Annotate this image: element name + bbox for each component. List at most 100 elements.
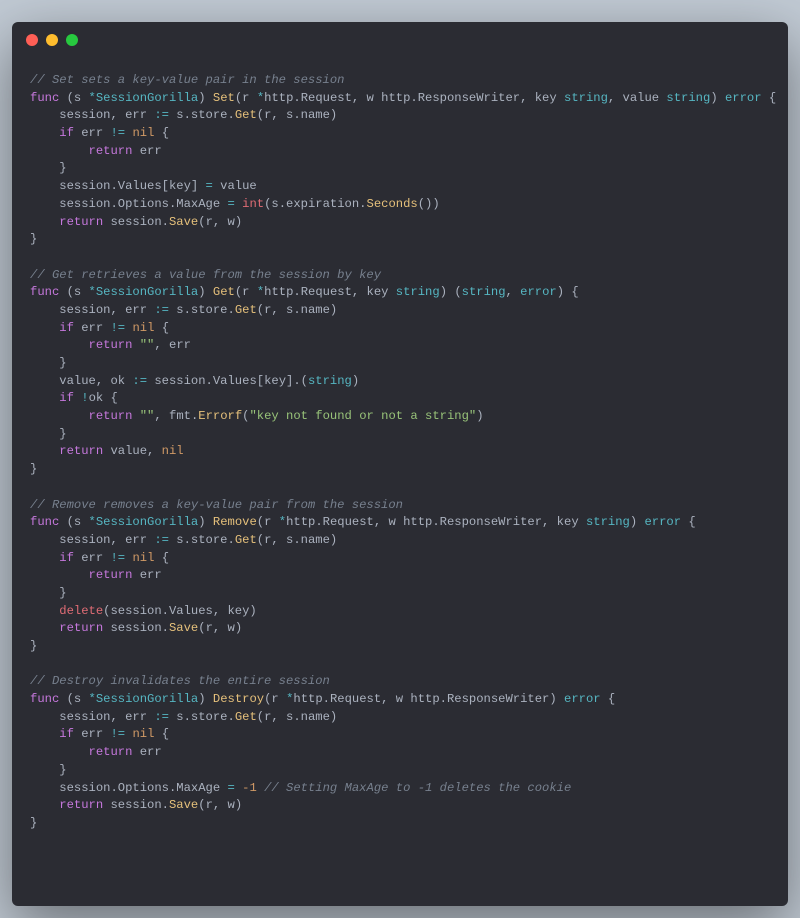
t: session.Values[key] bbox=[30, 179, 206, 193]
t: * bbox=[279, 515, 286, 529]
t: != bbox=[110, 126, 125, 140]
t: Seconds bbox=[367, 197, 418, 211]
t: } bbox=[30, 639, 37, 653]
t: ) bbox=[710, 91, 725, 105]
t: string bbox=[308, 374, 352, 388]
t: } bbox=[30, 763, 67, 777]
t: SessionGorilla bbox=[96, 515, 198, 529]
t: err bbox=[132, 745, 161, 759]
fn-name: Remove bbox=[213, 515, 257, 529]
t: err bbox=[74, 126, 111, 140]
t: return bbox=[89, 745, 133, 759]
t: } bbox=[30, 586, 67, 600]
t: := bbox=[154, 710, 169, 724]
t bbox=[30, 798, 59, 812]
zoom-icon[interactable] bbox=[66, 34, 78, 46]
t: session. bbox=[103, 621, 169, 635]
t: err bbox=[74, 727, 111, 741]
t: := bbox=[154, 303, 169, 317]
t: ! bbox=[81, 391, 88, 405]
t: , fmt. bbox=[154, 409, 198, 423]
t: session. bbox=[103, 798, 169, 812]
t: = bbox=[206, 179, 213, 193]
t: ) bbox=[476, 409, 483, 423]
t bbox=[30, 745, 89, 759]
t: value, bbox=[103, 444, 162, 458]
minimize-icon[interactable] bbox=[46, 34, 58, 46]
t: { bbox=[154, 321, 169, 335]
t: } bbox=[30, 462, 37, 476]
t: return bbox=[89, 144, 133, 158]
t: error bbox=[644, 515, 681, 529]
t: ) bbox=[630, 515, 645, 529]
t: := bbox=[132, 374, 147, 388]
t: (s bbox=[59, 692, 88, 706]
t: != bbox=[110, 727, 125, 741]
t: { bbox=[154, 126, 169, 140]
comment: // Set sets a key-value pair in the sess… bbox=[30, 73, 345, 87]
t: (r, w) bbox=[198, 798, 242, 812]
t: err bbox=[74, 321, 111, 335]
t: } bbox=[30, 816, 37, 830]
fn-name: Set bbox=[213, 91, 235, 105]
t: return bbox=[59, 444, 103, 458]
t: if bbox=[59, 551, 74, 565]
t: "" bbox=[140, 409, 155, 423]
t: nil bbox=[132, 126, 154, 140]
t: SessionGorilla bbox=[96, 692, 198, 706]
titlebar bbox=[12, 22, 788, 58]
kw-func: func bbox=[30, 692, 59, 706]
t: , err bbox=[154, 338, 191, 352]
t: , value bbox=[608, 91, 667, 105]
comment: // Remove removes a key-value pair from … bbox=[30, 498, 403, 512]
editor-window: // Set sets a key-value pair in the sess… bbox=[12, 22, 788, 906]
code-area[interactable]: // Set sets a key-value pair in the sess… bbox=[12, 58, 788, 851]
t: nil bbox=[132, 727, 154, 741]
t: * bbox=[89, 692, 96, 706]
t: value bbox=[213, 179, 257, 193]
t: http.Request bbox=[286, 515, 374, 529]
t: { bbox=[601, 692, 616, 706]
t: err bbox=[132, 144, 161, 158]
t: (r, s.name) bbox=[257, 108, 337, 122]
t: { bbox=[154, 727, 169, 741]
t: { bbox=[681, 515, 696, 529]
t: , key bbox=[352, 285, 396, 299]
t: string bbox=[586, 515, 630, 529]
t: Errorf bbox=[198, 409, 242, 423]
t: Save bbox=[169, 215, 198, 229]
t: , w http.ResponseWriter) bbox=[381, 692, 564, 706]
t: error bbox=[520, 285, 557, 299]
t: { bbox=[154, 551, 169, 565]
t: session.Options.MaxAge bbox=[30, 197, 227, 211]
t: string bbox=[396, 285, 440, 299]
t bbox=[30, 338, 89, 352]
t: return bbox=[89, 568, 133, 582]
t bbox=[132, 338, 139, 352]
t: if bbox=[59, 727, 74, 741]
t: Save bbox=[169, 798, 198, 812]
t: -1 bbox=[242, 781, 257, 795]
t: return bbox=[89, 338, 133, 352]
t: "" bbox=[140, 338, 155, 352]
fn-name: Destroy bbox=[213, 692, 264, 706]
t: s.store. bbox=[169, 303, 235, 317]
fn-name: Get bbox=[213, 285, 235, 299]
t: session.Values[key].( bbox=[147, 374, 308, 388]
t: (s bbox=[59, 91, 88, 105]
t bbox=[30, 391, 59, 405]
t: { bbox=[762, 91, 777, 105]
t: ) { bbox=[557, 285, 579, 299]
t: (r bbox=[235, 91, 257, 105]
t bbox=[30, 215, 59, 229]
t: ) bbox=[198, 91, 213, 105]
t: return bbox=[59, 621, 103, 635]
t: SessionGorilla bbox=[96, 285, 198, 299]
t: ) bbox=[352, 374, 359, 388]
t: session. bbox=[103, 215, 169, 229]
t: string bbox=[462, 285, 506, 299]
close-icon[interactable] bbox=[26, 34, 38, 46]
t: := bbox=[154, 533, 169, 547]
kw-func: func bbox=[30, 515, 59, 529]
t: (r bbox=[257, 515, 279, 529]
